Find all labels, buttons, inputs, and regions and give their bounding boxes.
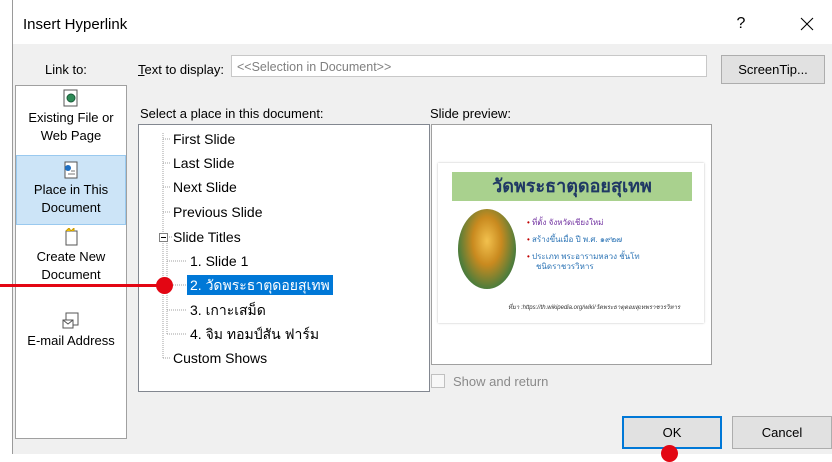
text-to-display-label-rest: ext to display: <box>144 62 225 77</box>
dialog-title: Insert Hyperlink <box>23 16 128 33</box>
document-bookmark-icon <box>64 161 78 179</box>
new-document-icon <box>65 228 78 246</box>
sidebar-item-create-line2: Document <box>41 267 101 282</box>
sidebar-item-existing-file-line1: Existing File or <box>28 110 114 125</box>
show-and-return-checkbox[interactable] <box>431 374 445 388</box>
slide-preview-pane: วัดพระธาตุดอยสุเทพ • ที่ตั้ง จังหวัดเชีย… <box>431 124 712 365</box>
text-to-display-label: Text to display: <box>138 62 224 77</box>
slide-bullet-3: • ประเภท พระอารามหลวง ชั้นโท <box>527 252 640 261</box>
tree-item-next-slide[interactable]: Next Slide <box>173 177 237 197</box>
tree-item-first-slide[interactable]: First Slide <box>173 129 235 149</box>
text-to-display-input[interactable]: <<Selection in Document>> <box>231 55 707 77</box>
slide-bullet-3-continued: ชนิดราชวรวิหาร <box>536 262 594 271</box>
select-place-label: Select a place in this document: <box>140 106 324 121</box>
sidebar-item-place-in-document[interactable]: Place in This Document <box>16 155 126 225</box>
slide-thumbnail: วัดพระธาตุดอยสุเทพ • ที่ตั้ง จังหวัดเชีย… <box>438 163 704 323</box>
sidebar-item-place-line2: Document <box>41 200 101 215</box>
sidebar-item-place-line1: Place in This <box>33 182 109 197</box>
tree-item-slide-titles[interactable]: Slide Titles <box>173 227 241 247</box>
sidebar-item-email-address[interactable]: E-mail Address <box>16 312 126 356</box>
sidebar-item-existing-file-line2: Web Page <box>40 128 102 143</box>
globe-page-icon <box>63 89 78 107</box>
slide-bullet-2: • สร้างขึ้นเมื่อ ปี พ.ศ. ๑๙๒๗ <box>527 235 623 244</box>
tree-item-slide-1[interactable]: 1. Slide 1 <box>190 251 248 271</box>
slide-source-text: ที่มา :https://th.wikipedia.org/wiki/วัด… <box>508 305 681 311</box>
slide-bullet-3-text: ประเภท พระอารามหลวง ชั้นโท <box>532 252 640 261</box>
insert-hyperlink-dialog: Insert Hyperlink ? Link to: Text to disp… <box>12 0 832 454</box>
sidebar-item-create-new-document[interactable]: Create New Document <box>16 228 126 290</box>
slide-bullet-1-text: ที่ตั้ง จังหวัดเชียงใหม่ <box>532 218 604 227</box>
callout-marker-slide <box>156 277 173 294</box>
collapse-icon[interactable] <box>159 233 168 242</box>
close-button[interactable] <box>795 12 819 36</box>
link-to-sidebar: Existing File or Web Page Place in This … <box>15 85 127 439</box>
sidebar-item-existing-file[interactable]: Existing File or Web Page <box>16 89 126 153</box>
slide-preview-label: Slide preview: <box>430 106 511 121</box>
temple-photo <box>458 209 516 289</box>
show-and-return-label: Show and return <box>453 374 549 389</box>
slide-bullet-1: • ที่ตั้ง จังหวัดเชียงใหม่ <box>527 218 604 227</box>
link-to-label: Link to: <box>45 62 87 77</box>
cancel-button[interactable]: Cancel <box>732 416 832 449</box>
tree-item-slide-2-selected[interactable]: 2. วัดพระธาตุดอยสุเทพ <box>187 275 333 295</box>
ok-button[interactable]: OK <box>622 416 722 449</box>
sidebar-item-create-line1: Create New <box>36 249 106 264</box>
callout-pointer-line <box>0 284 164 287</box>
screentip-button[interactable]: ScreenTip... <box>721 55 825 84</box>
close-icon <box>800 17 814 31</box>
slide-title: วัดพระธาตุดอยสุเทพ <box>452 172 692 201</box>
place-tree[interactable]: First Slide Last Slide Next Slide Previo… <box>138 124 430 392</box>
tree-item-previous-slide[interactable]: Previous Slide <box>173 202 263 222</box>
tree-item-slide-4[interactable]: 4. จิม ทอมป์สัน ฟาร์ม <box>190 324 319 344</box>
slide-bullet-2-text: สร้างขึ้นเมื่อ ปี พ.ศ. ๑๙๒๗ <box>532 235 623 244</box>
tree-item-slide-3[interactable]: 3. เกาะเสม็ด <box>190 300 266 320</box>
help-button[interactable]: ? <box>729 12 753 36</box>
tree-item-last-slide[interactable]: Last Slide <box>173 153 234 173</box>
title-bar: Insert Hyperlink ? <box>13 0 832 44</box>
email-icon <box>62 312 79 329</box>
tree-item-custom-shows[interactable]: Custom Shows <box>173 348 267 368</box>
sidebar-item-email-line1: E-mail Address <box>27 333 115 348</box>
